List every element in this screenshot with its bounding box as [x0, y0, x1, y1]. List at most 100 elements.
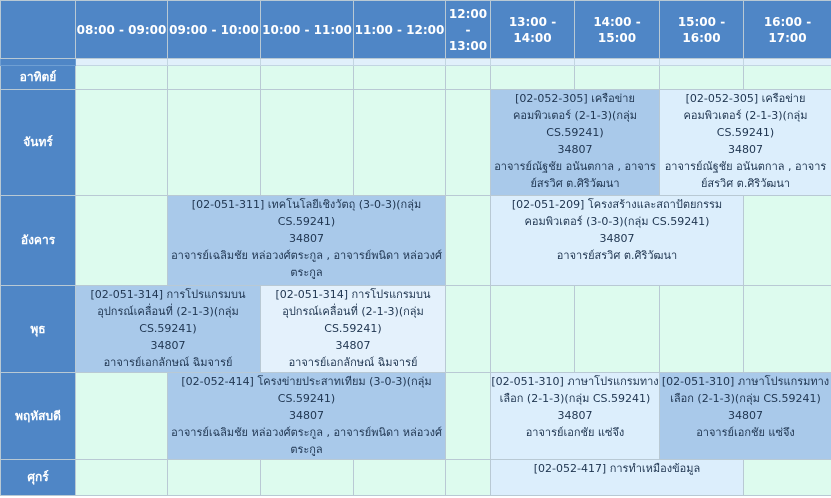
spacer-cell — [743, 58, 831, 66]
empty-slot — [260, 459, 354, 496]
time-header: 14:00 - 15:00 — [574, 0, 660, 59]
time-header: 15:00 - 16:00 — [659, 0, 744, 59]
empty-slot — [75, 459, 168, 496]
empty-slot — [167, 89, 261, 196]
spacer-cell — [445, 58, 491, 66]
course-title: [02-052-417] การทำเหมืองข้อมูล — [533, 462, 701, 475]
course-teacher: อาจารย์เอกลักษณ์ ฉิมจารย์ — [103, 356, 233, 369]
time-header: 12:00 - 13:00 — [445, 0, 491, 59]
day-label: พุธ — [0, 285, 76, 373]
course-title: [02-051-311] เทคโนโลยีเชิงวัตถุ (3-0-3)(… — [191, 198, 422, 228]
course-title: [02-052-305] เครือข่ายคอมพิวเตอร์ (2-1-3… — [683, 92, 808, 139]
course-cell[interactable]: [02-051-209] โครงสร้างและสถาปัตยกรรมคอมพ… — [490, 195, 744, 286]
empty-slot — [353, 459, 446, 496]
course-cell[interactable]: [02-051-314] การโปรแกรมบนอุปกรณ์เคลื่อนท… — [260, 285, 446, 373]
time-header: 08:00 - 09:00 — [75, 0, 168, 59]
day-label: ศุกร์ — [0, 459, 76, 496]
spacer-cell — [0, 58, 76, 66]
empty-slot — [490, 65, 575, 90]
day-row-wed: พุธ [02-051-314] การโปรแกรมบนอุปกรณ์เคลื… — [0, 285, 831, 373]
empty-slot — [445, 65, 491, 90]
course-code: 34807 — [335, 339, 371, 352]
day-label: จันทร์ — [0, 89, 76, 196]
course-title: [02-051-209] โครงสร้างและสถาปัตยกรรมคอมพ… — [511, 198, 723, 228]
empty-slot — [445, 372, 491, 460]
course-teacher: อาจารย์เอกลักษณ์ ฉิมจารย์ — [288, 356, 418, 369]
course-title: [02-051-310] ภาษาโปรแกรมทางเลือก (2-1-3)… — [661, 375, 830, 405]
course-title: [02-052-414] โครงข่ายประสาทเทียม (3-0-3)… — [181, 375, 432, 405]
course-title: [02-051-310] ภาษาโปรแกรมทางเลือก (2-1-3)… — [491, 375, 659, 405]
course-title: [02-051-314] การโปรแกรมบนอุปกรณ์เคลื่อนท… — [90, 288, 246, 335]
course-cell[interactable]: [02-051-314] การโปรแกรมบนอุปกรณ์เคลื่อนท… — [75, 285, 261, 373]
empty-slot — [659, 65, 744, 90]
time-header: 10:00 - 11:00 — [260, 0, 354, 59]
course-cell[interactable]: [02-051-311] เทคโนโลยีเชิงวัตถุ (3-0-3)(… — [167, 195, 446, 286]
empty-slot — [75, 65, 168, 90]
empty-slot — [445, 285, 491, 373]
spacer-row — [0, 58, 831, 66]
course-cell[interactable]: [02-051-310] ภาษาโปรแกรมทางเลือก (2-1-3)… — [490, 372, 660, 460]
empty-slot — [574, 65, 660, 90]
empty-slot — [167, 459, 261, 496]
corner-cell — [0, 0, 76, 59]
spacer-cell — [490, 58, 575, 66]
empty-slot — [167, 65, 261, 90]
course-cell[interactable]: [02-052-305] เครือข่ายคอมพิวเตอร์ (2-1-3… — [659, 89, 831, 196]
course-teacher: อาจารย์เอกชัย แซ่จึง — [525, 426, 625, 439]
spacer-cell — [75, 58, 168, 66]
empty-slot — [574, 285, 660, 373]
time-header: 09:00 - 10:00 — [167, 0, 261, 59]
empty-slot — [743, 285, 831, 373]
time-header: 13:00 - 14:00 — [490, 0, 575, 59]
spacer-cell — [167, 58, 261, 66]
empty-slot — [75, 372, 168, 460]
empty-slot — [445, 459, 491, 496]
course-title: [02-051-314] การโปรแกรมบนอุปกรณ์เคลื่อนท… — [275, 288, 431, 335]
course-teacher: อาจารย์ณัฐชัย อนันตกาล , อาจารย์สรวิศ ต.… — [664, 160, 827, 190]
course-cell[interactable]: [02-052-417] การทำเหมืองข้อมูล — [490, 459, 744, 496]
day-label: พฤหัสบดี — [0, 372, 76, 460]
header-row: 08:00 - 09:00 09:00 - 10:00 10:00 - 11:0… — [0, 0, 831, 59]
course-code: 34807 — [150, 339, 186, 352]
day-row-fri: ศุกร์ [02-052-417] การทำเหมืองข้อมูล — [0, 459, 831, 496]
timetable: 08:00 - 09:00 09:00 - 10:00 10:00 - 11:0… — [0, 0, 831, 496]
day-row-mon: จันทร์ [02-052-305] เครือข่ายคอมพิวเตอร์… — [0, 89, 831, 196]
course-code: 34807 — [289, 232, 324, 245]
day-label: อาทิตย์ — [0, 65, 76, 90]
empty-slot — [353, 65, 446, 90]
course-code: 34807 — [728, 409, 763, 422]
course-title: [02-052-305] เครือข่ายคอมพิวเตอร์ (2-1-3… — [512, 92, 638, 139]
empty-slot — [260, 65, 354, 90]
course-teacher: อาจารย์เอกชัย แซ่จึง — [696, 426, 795, 439]
empty-slot — [260, 89, 354, 196]
empty-slot — [353, 89, 446, 196]
spacer-cell — [260, 58, 354, 66]
course-teacher: อาจารย์ณัฐชัย อนันตกาล , อาจารย์สรวิศ ต.… — [494, 160, 656, 190]
course-cell[interactable]: [02-052-414] โครงข่ายประสาทเทียม (3-0-3)… — [167, 372, 446, 460]
empty-slot — [75, 89, 168, 196]
course-teacher: อาจารย์เฉลิมชัย หล่อวงศ์ตระกูล , อาจารย์… — [171, 426, 442, 456]
empty-slot — [445, 89, 491, 196]
spacer-cell — [574, 58, 660, 66]
day-row-thu: พฤหัสบดี [02-052-414] โครงข่ายประสาทเทีย… — [0, 372, 831, 460]
empty-slot — [743, 65, 831, 90]
course-code: 34807 — [599, 232, 635, 245]
empty-slot — [659, 285, 744, 373]
empty-slot — [743, 195, 831, 286]
course-teacher: อาจารย์สรวิศ ต.ศิริวัฒนา — [556, 249, 678, 262]
course-code: 34807 — [728, 143, 763, 156]
course-cell[interactable]: [02-052-305] เครือข่ายคอมพิวเตอร์ (2-1-3… — [490, 89, 660, 196]
spacer-cell — [353, 58, 446, 66]
empty-slot — [490, 285, 575, 373]
course-code: 34807 — [557, 409, 593, 422]
empty-slot — [743, 459, 831, 496]
empty-slot — [445, 195, 491, 286]
spacer-cell — [659, 58, 744, 66]
day-label: อังคาร — [0, 195, 76, 286]
course-cell[interactable]: [02-051-310] ภาษาโปรแกรมทางเลือก (2-1-3)… — [659, 372, 831, 460]
day-row-sun: อาทิตย์ — [0, 65, 831, 90]
course-teacher: อาจารย์เฉลิมชัย หล่อวงศ์ตระกูล , อาจารย์… — [171, 249, 442, 279]
day-row-tue: อังคาร [02-051-311] เทคโนโลยีเชิงวัตถุ (… — [0, 195, 831, 286]
empty-slot — [75, 195, 168, 286]
course-code: 34807 — [289, 409, 324, 422]
